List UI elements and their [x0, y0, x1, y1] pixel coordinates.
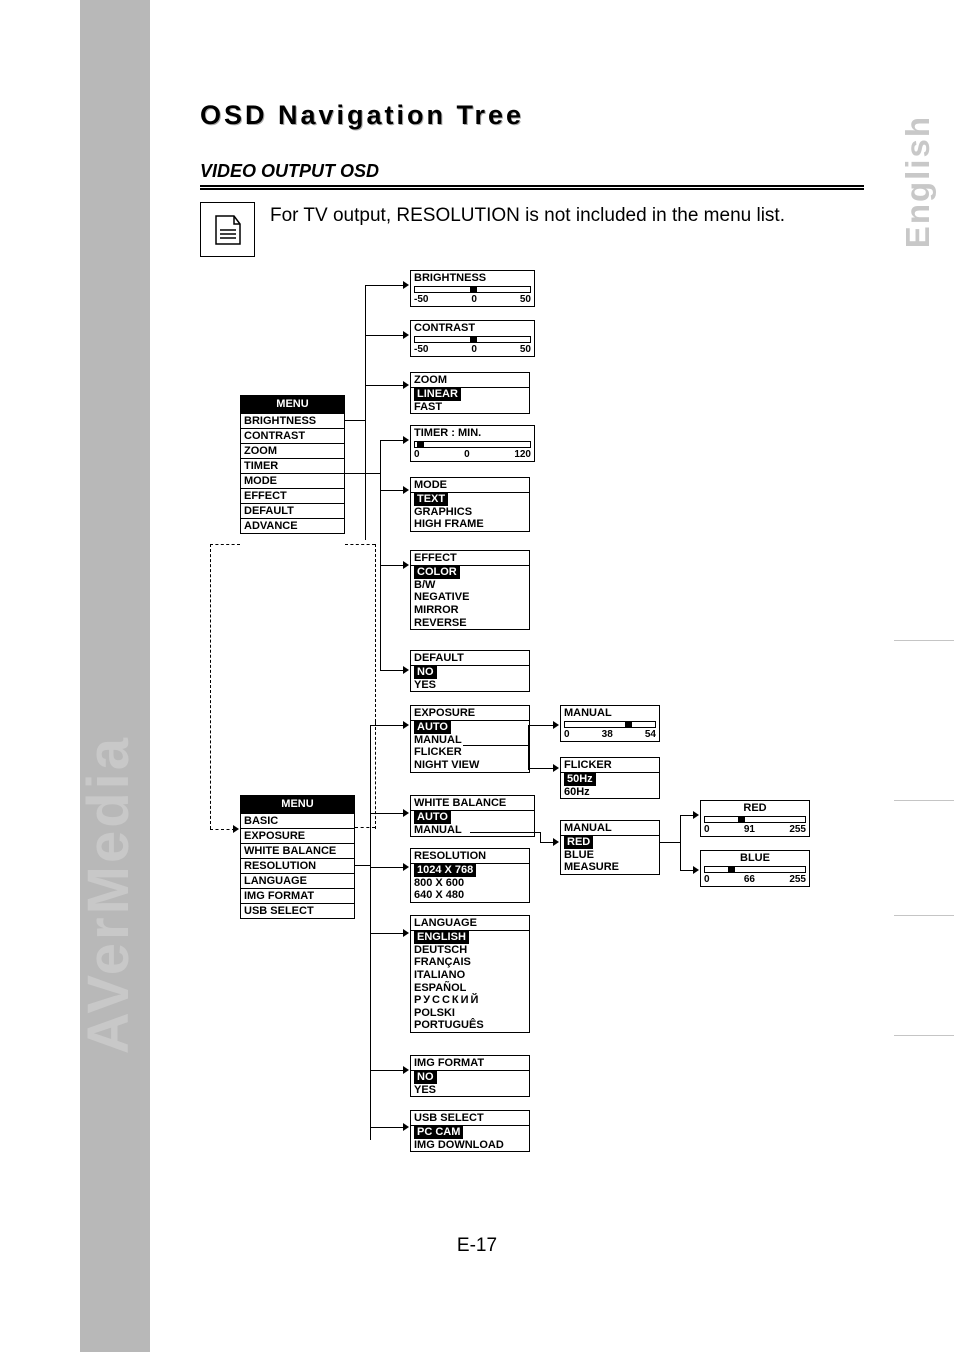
page-title: OSD Navigation Tree — [200, 100, 864, 131]
page-number: E-17 — [0, 1235, 954, 1257]
resolution-options: RESOLUTION 1024 X 768 800 X 600 640 X 48… — [410, 848, 530, 903]
imgformat-options: IMG FORMAT NO YES — [410, 1055, 530, 1097]
timer-slider: TIMER : MIN. 00120 — [410, 425, 535, 462]
whitebalance-options: WHITE BALANCE AUTO MANUAL — [410, 795, 535, 837]
language-options: LANGUAGE ENGLISH DEUTSCH FRANÇAIS ITALIA… — [410, 915, 530, 1033]
exposure-manual-slider: MANUAL 03854 — [560, 705, 660, 742]
blue-slider: BLUE 066255 — [700, 850, 810, 887]
note-text: For TV output, RESOLUTION is not include… — [270, 202, 785, 227]
exposure-options: EXPOSURE AUTO MANUAL FLICKER NIGHT VIEW — [410, 705, 530, 773]
mode-options: MODE TEXT GRAPHICS HIGH FRAME — [410, 477, 530, 532]
section-subtitle: VIDEO OUTPUT OSD — [200, 161, 864, 190]
flicker-options: FLICKER 50Hz 60Hz — [560, 757, 660, 799]
brightness-slider: BRIGHTNESS -50050 — [410, 270, 535, 307]
usbselect-options: USB SELECT PC CAM IMG DOWNLOAD — [410, 1110, 530, 1152]
default-options: DEFAULT NO YES — [410, 650, 530, 692]
contrast-slider: CONTRAST -50050 — [410, 320, 535, 357]
language-label: English — [899, 115, 937, 248]
note-icon — [200, 202, 255, 257]
menu-advance: MENU BASIC EXPOSURE WHITE BALANCE RESOLU… — [240, 795, 355, 919]
left-gray-bar — [80, 0, 150, 1352]
brand-label: AVerMedia — [75, 735, 142, 1054]
osd-tree-diagram: MENU BRIGHTNESS CONTRAST ZOOM TIMER MODE… — [200, 265, 860, 1165]
zoom-options: ZOOM LINEAR FAST — [410, 372, 530, 414]
effect-options: EFFECT COLOR B/W NEGATIVE MIRROR REVERSE — [410, 550, 530, 630]
red-slider: RED 091255 — [700, 800, 810, 837]
wb-manual-options: MANUAL RED BLUE MEASURE — [560, 820, 660, 875]
menu-basic: MENU BRIGHTNESS CONTRAST ZOOM TIMER MODE… — [240, 395, 345, 534]
